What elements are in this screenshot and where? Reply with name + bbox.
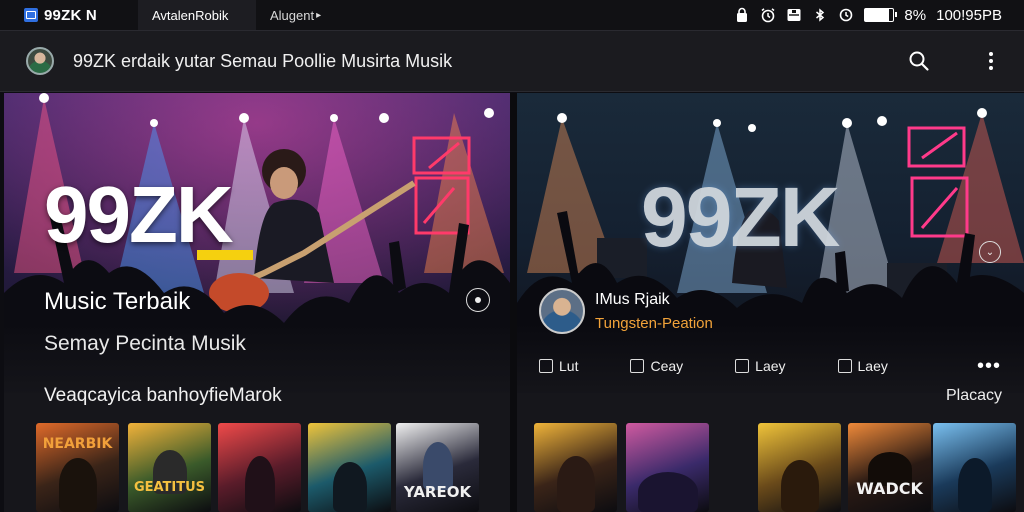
- checkbox-icon: [837, 359, 852, 373]
- logo-accent-bar: [197, 250, 253, 260]
- app-header: 99ZK erdaik yutar Semau Poollie Musirta …: [0, 30, 1024, 92]
- battery-level: [865, 9, 890, 21]
- album-artist-figure: [780, 460, 819, 512]
- search-icon[interactable]: [908, 50, 930, 72]
- action-laey[interactable]: Laey: [735, 358, 786, 374]
- hero-title: Music Terbaik: [44, 288, 191, 315]
- avatar: [539, 288, 585, 334]
- battery-percent: 8%: [904, 6, 927, 24]
- album-title: GEATITUS: [133, 480, 206, 495]
- bluetooth-icon: [812, 7, 828, 23]
- album-tile-row: WADCK: [517, 423, 1024, 512]
- section-action[interactable]: Placacy: [946, 387, 1002, 405]
- album-tile[interactable]: [626, 423, 709, 512]
- action-laey-2[interactable]: Laey: [837, 358, 888, 374]
- tab-alugent[interactable]: Alugent ▸: [256, 0, 335, 30]
- app-identity: 99ZK N: [0, 7, 138, 24]
- chevron-right-icon: ▸: [316, 9, 322, 21]
- artist-card[interactable]: IMus Rjaik Tungsten-Peation: [539, 288, 713, 334]
- more-vert-icon[interactable]: [980, 50, 1002, 72]
- tab-avtalenrobik[interactable]: AvtalenRobik: [138, 0, 256, 30]
- status-indicators: 8% 100!95PB: [734, 7, 1024, 24]
- album-tile[interactable]: [534, 423, 617, 512]
- panel-divider: [510, 93, 517, 512]
- checkbox-icon: [630, 359, 645, 373]
- album-title: WADCK: [856, 479, 923, 498]
- album-tile[interactable]: NEARBIK: [36, 423, 119, 512]
- page-title: 99ZK erdaik yutar Semau Poollie Musirta …: [73, 50, 453, 71]
- alarm-icon: [760, 7, 776, 23]
- hero-subtitle: Semay Pecinta Musik: [44, 332, 246, 355]
- album-tile[interactable]: [758, 423, 841, 512]
- album-title: YAREOK: [403, 483, 472, 501]
- section-title: Veaqcayica banhoyfieMarok: [44, 385, 282, 406]
- action-row: Lut Ceay Laey Laey: [539, 358, 940, 374]
- chevron-down-icon[interactable]: ⌄: [979, 241, 1001, 263]
- avatar[interactable]: [26, 47, 54, 75]
- status-bar: 99ZK N AvtalenRobik Alugent ▸ 8% 100!95P…: [0, 0, 1024, 30]
- album-tile-row: NEARBIK GEATITUS YAREOK: [4, 423, 510, 512]
- album-artist-figure: [332, 462, 367, 512]
- app-icon: [24, 8, 38, 22]
- album-tile[interactable]: WADCK: [848, 423, 931, 512]
- checkbox-icon: [735, 359, 750, 373]
- brand-logo: 99ZK: [641, 170, 840, 264]
- more-horiz-icon[interactable]: •••: [977, 355, 1001, 378]
- album-tile[interactable]: [933, 423, 1016, 512]
- action-label: Ceay: [650, 358, 684, 374]
- app-title: 99ZK N: [44, 6, 97, 24]
- album-tile[interactable]: [308, 423, 391, 512]
- left-panel: 99ZK Music Terbaik Semay Pecinta Musik V…: [4, 93, 510, 512]
- artist-role: Tungsten-Peation: [595, 314, 713, 332]
- tab-label: AvtalenRobik: [152, 7, 229, 23]
- sync-icon: [838, 7, 854, 23]
- checkbox-icon: [539, 359, 553, 373]
- album-title: NEARBIK: [42, 436, 113, 452]
- album-artist-figure: [58, 458, 97, 512]
- battery-icon: [864, 8, 898, 22]
- action-label: Lut: [559, 358, 579, 374]
- clock: 100!95PB: [936, 6, 1002, 24]
- album-tile[interactable]: YAREOK: [396, 423, 479, 512]
- artist-name: IMus Rjaik: [595, 290, 670, 308]
- mail-icon: [786, 7, 802, 23]
- album-artist-figure: [244, 456, 275, 512]
- action-label: Laey: [755, 358, 786, 374]
- play-icon[interactable]: [466, 288, 490, 312]
- album-artist-figure: [957, 458, 992, 512]
- right-panel: 99ZK ⌄ IMus Rjaik Tungsten-Peation Lut C…: [517, 93, 1024, 512]
- action-ceay[interactable]: Ceay: [630, 358, 683, 374]
- action-lut[interactable]: Lut: [539, 358, 578, 374]
- album-tile[interactable]: GEATITUS: [128, 423, 211, 512]
- album-artist-figure: [637, 472, 698, 512]
- album-tile[interactable]: [218, 423, 301, 512]
- brand-logo: 99ZK: [44, 170, 234, 259]
- lock-icon: [734, 7, 750, 23]
- action-label: Laey: [857, 358, 888, 374]
- tab-label: Alugent: [270, 7, 315, 23]
- album-artist-figure: [556, 456, 595, 512]
